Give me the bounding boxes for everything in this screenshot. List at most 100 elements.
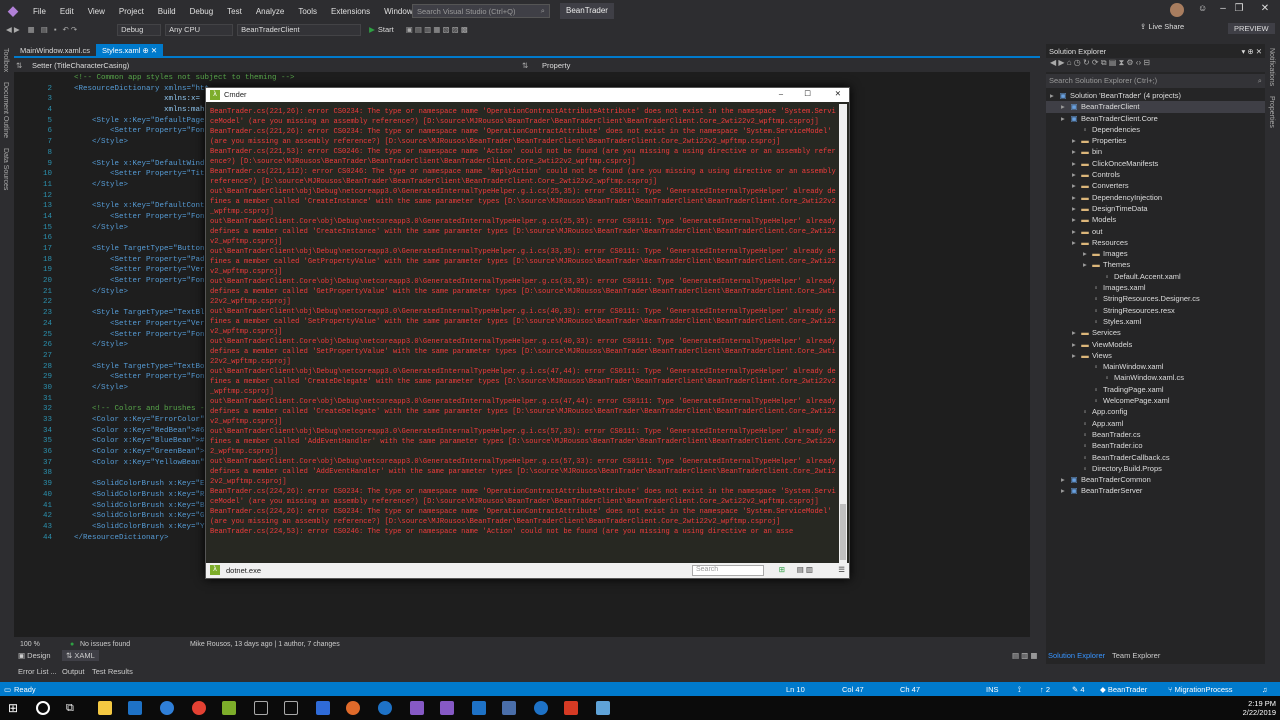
expand-arrow-icon[interactable]: ▸	[1072, 158, 1080, 169]
tree-item[interactable]: ▸ ▣ BeanTraderServer	[1046, 485, 1265, 496]
console-icon[interactable]	[284, 701, 298, 715]
tree-item[interactable]: ▸ ▬ ClickOnceManifests	[1046, 158, 1265, 169]
outlook-icon[interactable]	[128, 701, 142, 715]
codelens-blame[interactable]: Mike Rousos, 13 days ago | 1 author, 7 c…	[190, 641, 340, 648]
tree-item[interactable]: ▫ StringResources.Designer.cs	[1046, 293, 1265, 304]
configuration-dropdown[interactable]: Debug	[117, 23, 162, 36]
new-project-icon[interactable]: ▦	[28, 25, 35, 34]
tree-item[interactable]: ▸ ▣ BeanTraderClient.Core	[1046, 113, 1265, 124]
expand-arrow-icon[interactable]: ▸	[1050, 90, 1058, 101]
tree-item[interactable]: ▫ BeanTrader.ico	[1046, 440, 1265, 451]
branch[interactable]: ⑂ MigrationProcess	[1168, 685, 1233, 694]
expand-arrow-icon[interactable]: ▸	[1061, 474, 1069, 485]
tree-item[interactable]: ▸ ▣ BeanTraderCommon	[1046, 474, 1265, 485]
edge-icon[interactable]	[160, 701, 174, 715]
tree-item[interactable]: ▸ ▬ out	[1046, 226, 1265, 237]
tree-item[interactable]: ▸ ▬ ViewModels	[1046, 339, 1265, 350]
menu-item-analyze[interactable]: Analyze	[249, 7, 291, 16]
expand-arrow-icon[interactable]: ▸	[1072, 350, 1080, 361]
expand-arrow-icon[interactable]: ▸	[1072, 192, 1080, 203]
feedback-icon[interactable]: ☺	[1198, 3, 1207, 13]
expand-arrow-icon[interactable]: ▸	[1072, 135, 1080, 146]
open-icon[interactable]: ▤	[41, 25, 48, 34]
live-share-button[interactable]: ⇪ Live Share	[1140, 22, 1184, 31]
console-output[interactable]: BeanTrader.cs(221,26): error CS0234: The…	[210, 107, 837, 562]
expand-arrow-icon[interactable]: ▸	[1072, 339, 1080, 350]
tab-error-list[interactable]: Error List ...	[18, 667, 57, 676]
cortana-icon[interactable]	[36, 701, 50, 715]
menu-item-extensions[interactable]: Extensions	[324, 7, 377, 16]
toolbar-icons[interactable]: ▣ ▤ ▥ ▦ ▧ ▨ ▩	[406, 25, 468, 34]
tree-item[interactable]: ▫ Default.Accent.xaml	[1046, 271, 1265, 282]
expand-arrow-icon[interactable]: ▸	[1072, 146, 1080, 157]
menu-item-test[interactable]: Test	[220, 7, 249, 16]
tree-item[interactable]: ▸ ▬ Resources	[1046, 237, 1265, 248]
tab-xaml[interactable]: ⇅ XAML	[62, 650, 99, 661]
expand-arrow-icon[interactable]: ▸	[1072, 214, 1080, 225]
undo-icon[interactable]: ↶ ↷	[62, 25, 77, 34]
startup-project-dropdown[interactable]: BeanTraderClient	[237, 23, 362, 36]
chrome-icon[interactable]	[192, 701, 206, 715]
tree-item[interactable]: ▸ ▣ Solution 'BeanTrader' (4 projects)	[1046, 90, 1265, 101]
terminal-icon[interactable]	[254, 701, 268, 715]
expand-arrow-icon[interactable]: ▸	[1072, 180, 1080, 191]
task-view-icon[interactable]: ⧉	[66, 701, 80, 715]
visual-studio-icon[interactable]	[410, 701, 424, 715]
tree-item[interactable]: ▸ ▬ Themes	[1046, 259, 1265, 270]
tree-item[interactable]: ▫ MainWindow.xaml.cs	[1046, 372, 1265, 383]
editor-scrollbar[interactable]	[1030, 72, 1038, 637]
tree-item[interactable]: ▸ ▬ Converters	[1046, 180, 1265, 191]
tab-test-results[interactable]: Test Results	[92, 667, 133, 676]
tree-item[interactable]: ▫ Styles.xaml	[1046, 316, 1265, 327]
tab-notifications[interactable]: Notifications	[1268, 48, 1275, 86]
scroll-thumb[interactable]	[840, 504, 846, 560]
tree-item[interactable]: ▸ ▬ Controls	[1046, 169, 1265, 180]
avatar[interactable]	[1170, 3, 1184, 17]
zoom-dropdown[interactable]: 100 %	[20, 641, 40, 648]
console-tools-icons[interactable]: ▤ ▥	[797, 565, 813, 574]
tree-item[interactable]: ▸ ▬ Views	[1046, 350, 1265, 361]
expand-arrow-icon[interactable]: ▸	[1072, 327, 1080, 338]
element-dropdown[interactable]: Setter (TitleCharacterCasing)	[32, 61, 129, 70]
tab-properties[interactable]: Properties	[1268, 96, 1275, 128]
save-icon[interactable]: ▪	[54, 25, 57, 34]
expand-arrow-icon[interactable]: ▸	[1083, 259, 1091, 270]
vscode-icon[interactable]	[472, 701, 486, 715]
search-input[interactable]: Search Visual Studio (Ctrl+Q) ⌕	[412, 4, 550, 18]
expand-arrow-icon[interactable]: ▸	[1061, 485, 1069, 496]
cmder-maximize-icon[interactable]: ☐	[804, 89, 811, 98]
back-icon[interactable]: ◀ ▶	[6, 25, 20, 34]
tab-document-outline[interactable]: Document Outline	[2, 82, 9, 138]
tree-item[interactable]: ▫ App.xaml	[1046, 418, 1265, 429]
pin-icon[interactable]: ⊕	[142, 46, 148, 55]
new-console-icon[interactable]: ⊞	[779, 565, 785, 574]
cmder-minimize-icon[interactable]: –	[779, 89, 783, 98]
file-explorer-icon[interactable]	[98, 701, 112, 715]
tree-item[interactable]: ▸ ▬ Properties	[1046, 135, 1265, 146]
tree-item[interactable]: ▫ Dependencies	[1046, 124, 1265, 135]
console-menu-icon[interactable]: ☰	[838, 565, 845, 574]
console-scrollbar[interactable]	[839, 104, 847, 564]
tree-item[interactable]: ▫ BeanTrader.cs	[1046, 429, 1265, 440]
tree-item[interactable]: ▫ TradingPage.xaml	[1046, 384, 1265, 395]
location-icon[interactable]	[534, 701, 548, 715]
teams-icon[interactable]	[502, 701, 516, 715]
expand-arrow-icon[interactable]: ▸	[1072, 203, 1080, 214]
ubuntu-icon[interactable]	[346, 701, 360, 715]
expand-arrow-icon[interactable]: ▸	[1061, 101, 1069, 112]
notification-bell-icon[interactable]: ♫	[1262, 685, 1268, 694]
tree-item[interactable]: ▸ ▬ Models	[1046, 214, 1265, 225]
tab-styles-xaml[interactable]: Styles.xaml ⊕ ✕	[96, 44, 164, 56]
property-dropdown[interactable]: Property	[542, 61, 570, 70]
solution-search-input[interactable]: Search Solution Explorer (Ctrl+;) ⌕	[1046, 74, 1265, 88]
platform-dropdown[interactable]: Any CPU	[165, 23, 234, 36]
close-icon[interactable]: ✕	[1250, 3, 1280, 14]
tab-data-sources[interactable]: Data Sources	[2, 148, 9, 190]
windows-start-icon[interactable]: ⊞	[8, 701, 22, 715]
split-view-icons[interactable]: ▤ ▥ ▦	[1012, 651, 1037, 660]
menu-item-debug[interactable]: Debug	[183, 7, 221, 16]
tree-item[interactable]: ▸ ▬ Images	[1046, 248, 1265, 259]
expand-arrow-icon[interactable]: ▸	[1072, 169, 1080, 180]
start-button[interactable]: Start	[378, 25, 394, 34]
tree-item[interactable]: ▫ Directory.Build.Props	[1046, 463, 1265, 474]
